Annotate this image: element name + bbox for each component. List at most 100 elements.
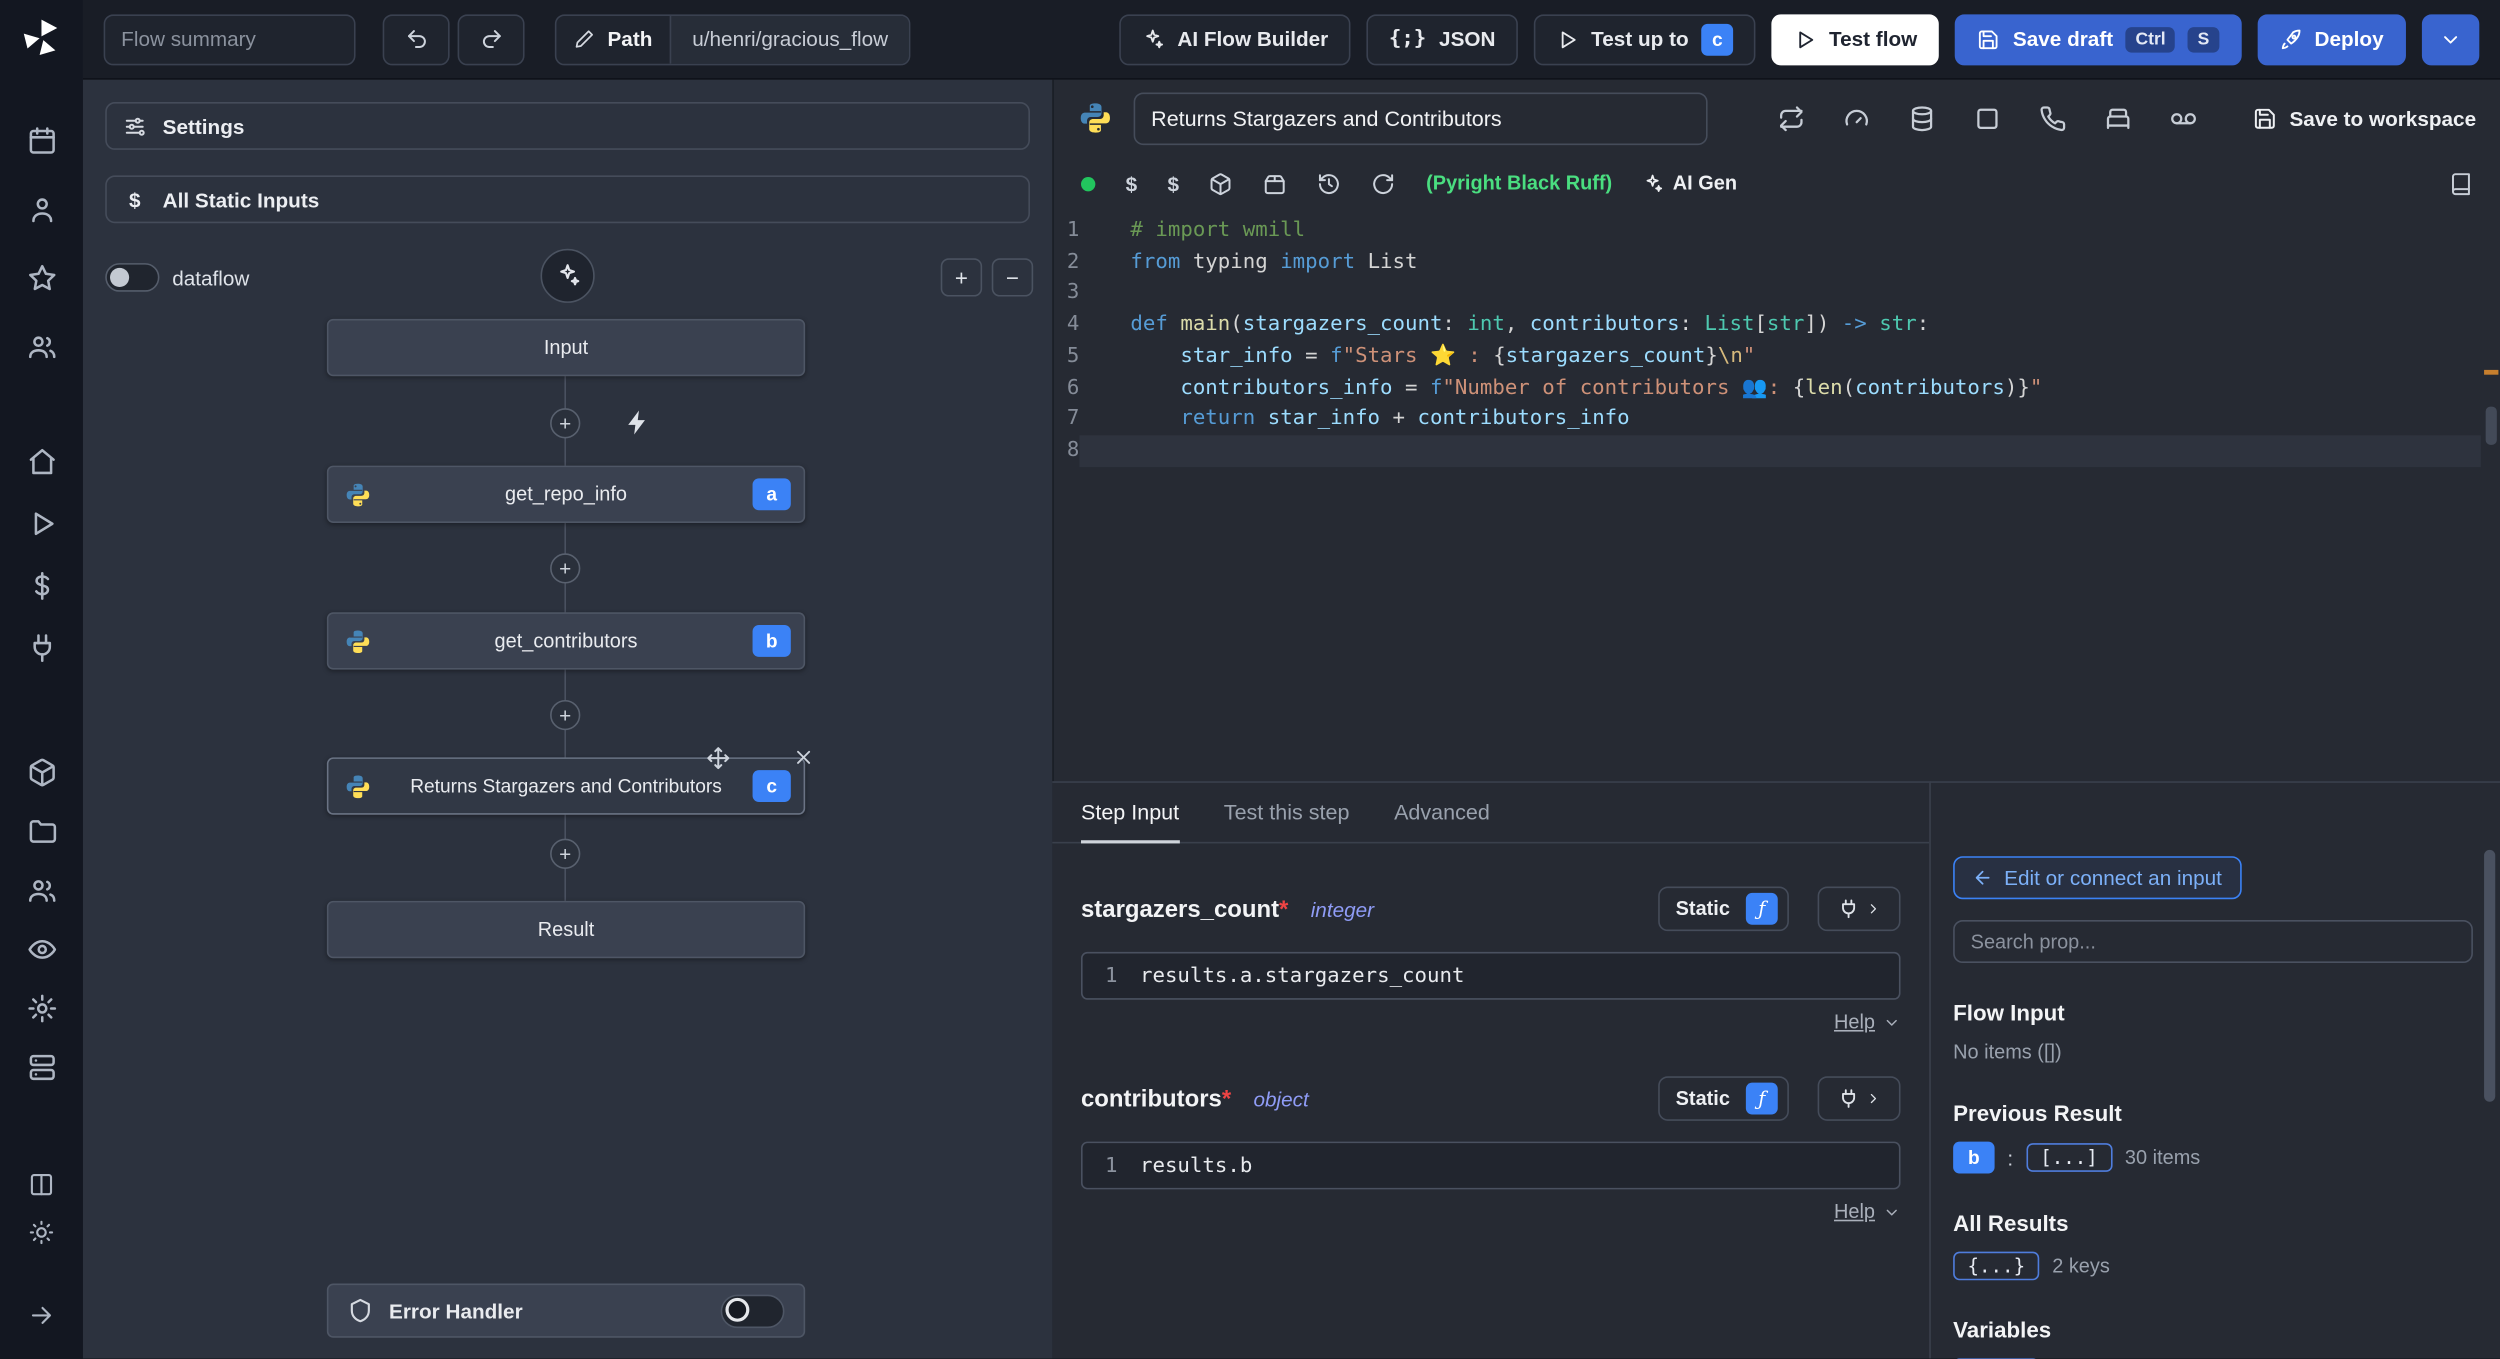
- zoom-in-button[interactable]: +: [940, 258, 983, 297]
- deploy-button[interactable]: Deploy: [2257, 13, 2406, 65]
- history-icon[interactable]: [1318, 171, 1342, 195]
- sidebar-item-workers[interactable]: [13, 1038, 70, 1095]
- connect-input-button[interactable]: [1817, 886, 1901, 932]
- repeat-icon[interactable]: [1778, 104, 1805, 131]
- sidebar-item-groups[interactable]: [13, 861, 70, 918]
- tab-step-input[interactable]: Step Input: [1081, 783, 1179, 844]
- sidebar-item-audit-logs[interactable]: [13, 920, 70, 977]
- add-step-button[interactable]: +: [550, 838, 581, 869]
- sidebar-item-account[interactable]: [13, 180, 70, 237]
- zoom-out-button[interactable]: −: [991, 258, 1034, 297]
- path-box[interactable]: Path u/henri/gracious_flow: [554, 13, 911, 65]
- flow-node-a[interactable]: get_repo_info a: [326, 465, 806, 523]
- flow-node-result[interactable]: Result: [326, 900, 806, 959]
- library-icon[interactable]: [2449, 171, 2473, 195]
- sidebar-item-resources[interactable]: [13, 619, 70, 676]
- bed-icon[interactable]: [2105, 104, 2132, 131]
- sidebar-item-folders[interactable]: [13, 802, 70, 859]
- code-line[interactable]: 1 # import wmill: [1054, 215, 2481, 246]
- sidebar-item-apps[interactable]: [13, 743, 70, 800]
- sidebar-item-runs[interactable]: [13, 494, 70, 551]
- collapse-rail-button[interactable]: [13, 1291, 70, 1339]
- chevron-down-icon[interactable]: [1883, 1013, 1901, 1031]
- collapsed-array-chip[interactable]: [...]: [2025, 1143, 2113, 1172]
- voicemail-icon[interactable]: [2170, 104, 2197, 131]
- flow-node-c-selected[interactable]: Returns Stargazers and Contributors c: [326, 747, 811, 815]
- add-step-button[interactable]: +: [550, 553, 581, 584]
- code-line[interactable]: 8: [1054, 435, 2481, 467]
- static-mode-group[interactable]: Static ƒ: [1658, 886, 1789, 932]
- add-step-button[interactable]: +: [550, 699, 581, 731]
- collapsed-object-chip[interactable]: {...}: [1953, 1251, 2040, 1281]
- connect-input-panel: Edit or connect an input Flow Input No i…: [1929, 781, 2500, 1359]
- save-to-workspace-button[interactable]: Save to workspace: [2253, 106, 2476, 130]
- code-line[interactable]: 3: [1054, 278, 2481, 309]
- save-draft-button[interactable]: Save draft Ctrl S: [1955, 13, 2242, 65]
- tab-advanced[interactable]: Advanced: [1394, 783, 1490, 842]
- panel-scrollbar[interactable]: [2484, 849, 2496, 1102]
- static-mode-group[interactable]: Static ƒ: [1658, 1076, 1789, 1121]
- gauge-icon[interactable]: [1843, 104, 1870, 131]
- ai-gen-button[interactable]: AI Gen: [1642, 172, 1737, 195]
- trigger-bolt-button[interactable]: [623, 408, 652, 437]
- help-link[interactable]: Help: [1834, 1011, 1875, 1033]
- error-handler-toggle[interactable]: [720, 1293, 785, 1328]
- sidebar-item-settings[interactable]: [13, 979, 70, 1036]
- test-up-to-button[interactable]: Test up to c: [1533, 13, 1756, 65]
- close-icon[interactable]: [792, 746, 814, 768]
- undo-button[interactable]: [382, 13, 450, 65]
- dollar-icon[interactable]: $: [1167, 171, 1179, 195]
- expression-editor[interactable]: 1 results.a.stargazers_count: [1081, 951, 1901, 1000]
- code-line[interactable]: 4 def main(stargazers_count: int, contrib…: [1054, 309, 2481, 340]
- code-line[interactable]: 2 from typing import List: [1054, 247, 2481, 278]
- flow-summary-input[interactable]: [103, 13, 356, 65]
- help-link[interactable]: Help: [1834, 1201, 1875, 1223]
- ai-flow-builder-button[interactable]: AI Flow Builder: [1119, 13, 1351, 65]
- ai-wand-button[interactable]: [540, 248, 595, 303]
- test-flow-button[interactable]: Test flow: [1771, 13, 1940, 65]
- edit-or-connect-button[interactable]: Edit or connect an input: [1953, 856, 2242, 900]
- deploy-more-button[interactable]: [2421, 13, 2480, 65]
- search-prop-input[interactable]: [1953, 919, 2473, 964]
- code-assistants-status[interactable]: (Pyright Black Ruff): [1426, 172, 1612, 194]
- code-line[interactable]: 5 star_info = f"Stars ⭐ : {stargazers_co…: [1054, 341, 2481, 372]
- error-handler-node[interactable]: Error Handler: [326, 1283, 806, 1338]
- code-line[interactable]: 7 return star_info + contributors_info: [1054, 404, 2481, 435]
- add-step-button[interactable]: +: [550, 408, 581, 439]
- expr-mode-icon[interactable]: ƒ: [1745, 1082, 1778, 1115]
- connect-input-button[interactable]: [1817, 1076, 1901, 1121]
- all-static-inputs-button[interactable]: $ All Static Inputs: [105, 175, 1030, 224]
- code-line[interactable]: 6 contributors_info = f"Number of contri…: [1054, 372, 2481, 403]
- sidebar-item-variables[interactable]: [13, 556, 70, 613]
- move-icon[interactable]: [706, 746, 730, 770]
- flow-node-input[interactable]: Input: [326, 318, 806, 377]
- editor-scrollbar[interactable]: [2485, 406, 2497, 445]
- step-badge[interactable]: b: [1953, 1141, 1995, 1174]
- expression-editor[interactable]: 1 results.b: [1081, 1141, 1901, 1190]
- dataflow-toggle[interactable]: [105, 263, 160, 292]
- code-area[interactable]: 1 # import wmill 2 from typing import List 3…: [1054, 215, 2481, 781]
- flow-node-b[interactable]: get_contributors b: [326, 612, 806, 670]
- tab-test-this-step[interactable]: Test this step: [1224, 783, 1350, 842]
- step-title-input[interactable]: [1133, 91, 1708, 145]
- package-icon[interactable]: [1209, 171, 1233, 195]
- database-icon[interactable]: [1908, 104, 1935, 131]
- dollar-icon[interactable]: $: [1126, 171, 1138, 195]
- flow-settings-button[interactable]: Settings: [105, 102, 1030, 150]
- sidebar-item-users[interactable]: [13, 317, 70, 374]
- chevron-down-icon[interactable]: [1883, 1203, 1901, 1221]
- redo-button[interactable]: [457, 13, 525, 65]
- json-button[interactable]: {;} JSON: [1366, 13, 1518, 65]
- phone-icon[interactable]: [2039, 104, 2066, 131]
- sidebar-item-home[interactable]: [13, 432, 70, 489]
- save-draft-label: Save draft: [2012, 27, 2114, 52]
- expr-mode-icon[interactable]: ƒ: [1745, 892, 1778, 925]
- square-icon[interactable]: [1974, 104, 2001, 131]
- panel-layout-button[interactable]: [13, 1161, 70, 1209]
- theme-toggle-button[interactable]: [13, 1209, 70, 1257]
- box-icon[interactable]: [1264, 171, 1288, 195]
- sidebar-item-schedules[interactable]: [13, 112, 70, 169]
- refresh-icon[interactable]: [1372, 171, 1396, 195]
- plus-icon: +: [559, 556, 572, 581]
- sidebar-item-favorites[interactable]: [13, 249, 70, 306]
